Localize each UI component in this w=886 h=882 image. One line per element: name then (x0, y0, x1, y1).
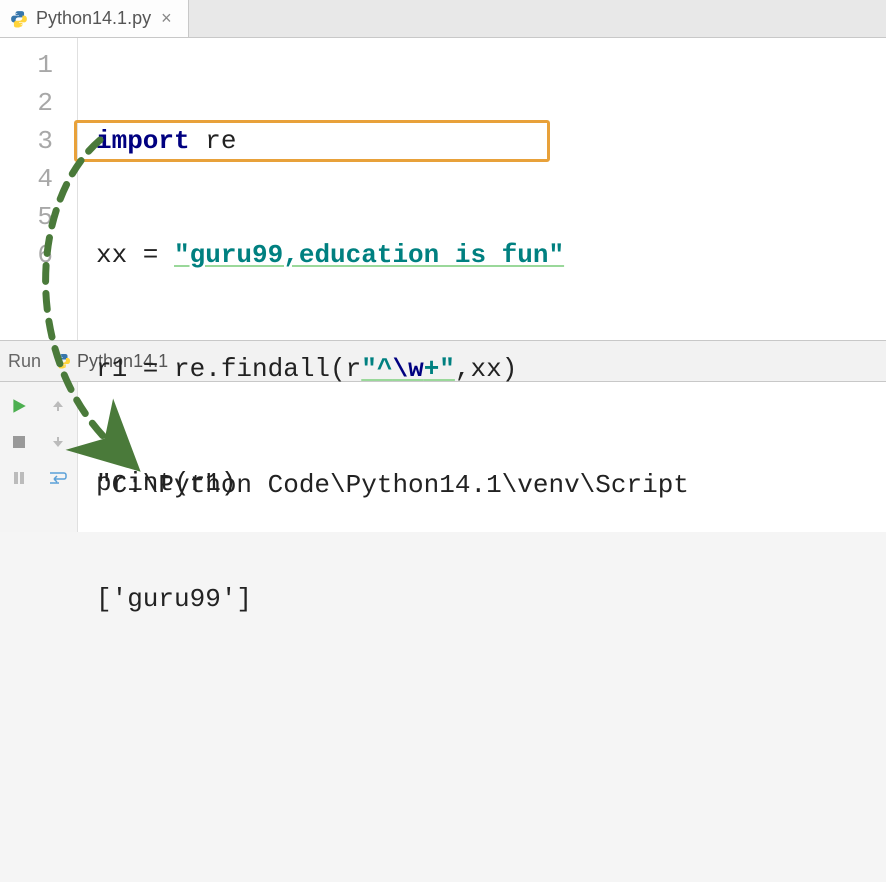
code-line-3: r1 = re.findall(r"^\w+",xx) (96, 350, 886, 388)
file-tab[interactable]: Python14.1.py × (0, 0, 189, 37)
code-line-5 (96, 578, 886, 616)
line-number: 3 (0, 122, 77, 160)
code-line-6 (96, 692, 886, 730)
console-toolbar (0, 382, 78, 532)
soft-wrap-button[interactable] (43, 463, 73, 493)
python-file-icon (10, 10, 28, 28)
python-file-icon (55, 353, 71, 369)
rerun-button[interactable] (4, 391, 34, 421)
code-line-4: print(r1) (96, 464, 886, 502)
pause-button[interactable] (4, 463, 34, 493)
tab-filename: Python14.1.py (36, 8, 151, 29)
code-editor[interactable]: 1 2 3 4 5 6 import re xx = "guru99,educa… (0, 38, 886, 340)
line-number: 4 (0, 160, 77, 198)
scroll-down-button[interactable] (43, 427, 73, 457)
line-number: 6 (0, 236, 77, 274)
code-line-1: import re (96, 122, 886, 160)
line-number: 5 (0, 198, 77, 236)
code-area[interactable]: import re xx = "guru99,education is fun"… (78, 38, 886, 340)
stop-button[interactable] (4, 427, 34, 457)
line-number: 1 (0, 46, 77, 84)
tab-bar: Python14.1.py × (0, 0, 886, 38)
code-line-2: xx = "guru99,education is fun" (96, 236, 886, 274)
run-label: Run (8, 351, 41, 372)
scroll-up-button[interactable] (43, 391, 73, 421)
line-number: 2 (0, 84, 77, 122)
close-icon[interactable]: × (159, 8, 174, 29)
gutter: 1 2 3 4 5 6 (0, 38, 78, 340)
